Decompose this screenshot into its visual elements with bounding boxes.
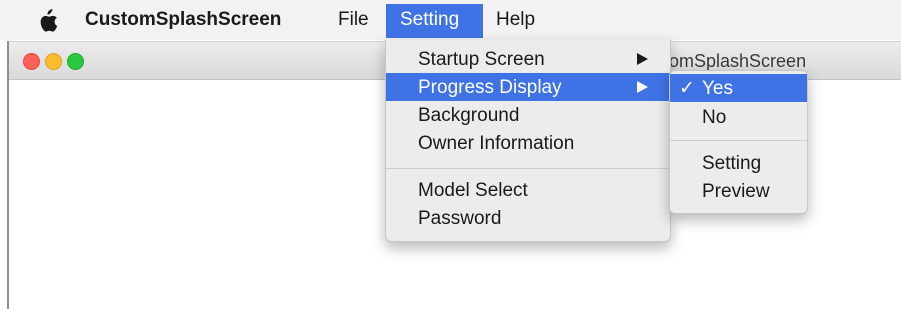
menu-help[interactable]: Help bbox=[496, 9, 535, 31]
menu-item-label: Background bbox=[418, 105, 520, 126]
menu-item-label: Startup Screen bbox=[418, 49, 545, 70]
submenu-item-label: Yes bbox=[702, 78, 733, 99]
submenu-item-label: No bbox=[702, 107, 727, 128]
menu-setting[interactable]: Setting bbox=[400, 9, 459, 31]
submenu-item-no[interactable]: No bbox=[670, 103, 807, 131]
app-name-menu[interactable]: CustomSplashScreen bbox=[85, 9, 281, 31]
menu-item-password[interactable]: Password bbox=[386, 204, 670, 232]
submenu-item-label: Setting bbox=[702, 153, 762, 174]
menu-item-owner-information[interactable]: Owner Information bbox=[386, 129, 670, 157]
window-title: tomSplashScreen bbox=[664, 51, 807, 71]
submenu-arrow-icon bbox=[637, 81, 648, 93]
menu-item-model-select[interactable]: Model Select bbox=[386, 176, 670, 204]
apple-logo-icon[interactable] bbox=[37, 9, 57, 33]
submenu-item-setting[interactable]: Setting bbox=[670, 149, 807, 177]
menu-item-label: Model Select bbox=[418, 180, 528, 201]
menu-item-label: Owner Information bbox=[418, 133, 575, 154]
submenu-arrow-icon bbox=[637, 53, 648, 65]
menu-item-label: Password bbox=[418, 208, 502, 229]
submenu-item-yes[interactable]: ✓ Yes bbox=[670, 74, 807, 102]
progress-display-submenu: ✓ Yes No Setting Preview bbox=[669, 70, 808, 214]
submenu-separator bbox=[670, 140, 807, 141]
maximize-button[interactable] bbox=[67, 53, 84, 70]
submenu-item-label: Preview bbox=[702, 181, 770, 202]
checkmark-icon: ✓ bbox=[679, 78, 695, 99]
menu-item-startup-screen[interactable]: Startup Screen bbox=[386, 45, 670, 73]
menu-file[interactable]: File bbox=[338, 9, 369, 31]
menu-item-label: Progress Display bbox=[418, 77, 562, 98]
menu-item-background[interactable]: Background bbox=[386, 101, 670, 129]
submenu-item-preview[interactable]: Preview bbox=[670, 177, 807, 205]
minimize-button[interactable] bbox=[45, 53, 62, 70]
menu-item-progress-display[interactable]: Progress Display bbox=[386, 73, 670, 101]
close-button[interactable] bbox=[23, 53, 40, 70]
menu-separator bbox=[386, 168, 670, 169]
setting-dropdown-menu: Startup Screen Progress Display Backgrou… bbox=[385, 40, 671, 242]
menu-bar: CustomSplashScreen File Setting Help bbox=[0, 0, 901, 40]
